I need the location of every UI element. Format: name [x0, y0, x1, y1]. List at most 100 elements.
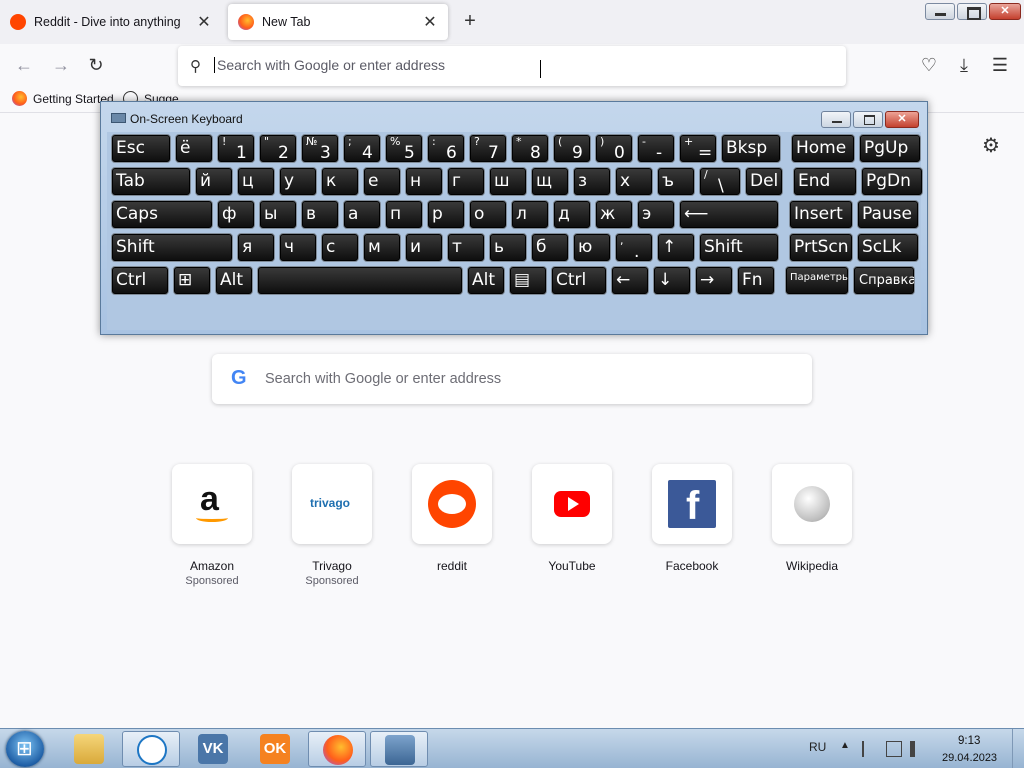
url-input[interactable]: Search with Google or enter address [214, 57, 445, 73]
key-[interactable]: ,. [615, 233, 653, 262]
show-desktop-button[interactable] [1012, 729, 1024, 768]
tab-new-tab[interactable]: New Tab ✕ [228, 4, 448, 40]
key-5[interactable]: % 5 [385, 134, 423, 163]
key-1[interactable]: ! 1 [217, 134, 255, 163]
key-[interactable]: + = [679, 134, 717, 163]
key-4[interactable]: ; 4 [343, 134, 381, 163]
language-indicator[interactable]: RU [809, 740, 826, 754]
key-alt[interactable]: Alt [467, 266, 505, 295]
key-ъ[interactable]: ъ [657, 167, 695, 196]
top-site-facebook[interactable]: f Facebook [632, 464, 752, 573]
key-alt[interactable]: Alt [215, 266, 253, 295]
url-bar[interactable]: ⚲ Search with Google or enter address [178, 46, 846, 86]
key-ы[interactable]: ы [259, 200, 297, 229]
top-site-youtube[interactable]: YouTube [512, 464, 632, 573]
bookmark-getting-started[interactable]: Getting Started [12, 91, 114, 106]
key-справка[interactable]: Справка [853, 266, 915, 295]
key-[interactable]: ▤ [509, 266, 547, 295]
key-tab[interactable]: Tab [111, 167, 191, 196]
key-[interactable]: ↑ [657, 233, 695, 262]
key-л[interactable]: л [511, 200, 549, 229]
new-tab-button[interactable]: + [458, 10, 482, 33]
key-fn[interactable]: Fn [737, 266, 775, 295]
key-prtscn[interactable]: PrtScn [789, 233, 853, 262]
key-н[interactable]: н [405, 167, 443, 196]
tab-close-icon[interactable]: ✕ [196, 12, 212, 32]
key-end[interactable]: End [793, 167, 857, 196]
key-space[interactable] [257, 266, 463, 295]
key-б[interactable]: б [531, 233, 569, 262]
window-close-button[interactable]: ✕ [989, 3, 1021, 20]
key-3[interactable]: № 3 [301, 134, 339, 163]
osk-maximize-button[interactable] [853, 111, 883, 128]
top-site-amazon[interactable]: a Amazon Sponsored [152, 464, 272, 587]
window-minimize-button[interactable] [925, 3, 955, 20]
key-9[interactable]: (9 [553, 134, 591, 163]
key-е[interactable]: е [363, 167, 401, 196]
key-[interactable]: → [695, 266, 733, 295]
taskbar-vk[interactable]: VK [184, 731, 242, 767]
key-ё[interactable]: ё [175, 134, 213, 163]
key-ш[interactable]: ш [489, 167, 527, 196]
key-параметры[interactable]: Параметры [785, 266, 849, 295]
key-[interactable]: / \ [699, 167, 741, 196]
google-search-box[interactable]: G Search with Google or enter address [212, 354, 812, 404]
network-icon[interactable] [886, 741, 902, 757]
window-restore-button[interactable] [957, 3, 987, 20]
key-э[interactable]: э [637, 200, 675, 229]
key-del[interactable]: Del [745, 167, 783, 196]
key-6[interactable]: :6 [427, 134, 465, 163]
clock-date[interactable]: 29.04.2023 [942, 752, 997, 764]
taskbar-ok[interactable]: OK [246, 731, 304, 767]
key-[interactable]: ⟵ [679, 200, 779, 229]
reload-icon[interactable]: ↻ [85, 54, 107, 76]
key-[interactable]: ← [611, 266, 649, 295]
taskbar-firefox[interactable] [308, 731, 366, 767]
key-м[interactable]: м [363, 233, 401, 262]
top-site-reddit[interactable]: reddit [392, 464, 512, 573]
key-bksp[interactable]: Bksp [721, 134, 781, 163]
key-й[interactable]: й [195, 167, 233, 196]
download-icon[interactable]: ⤓ [953, 54, 975, 76]
key-р[interactable]: р [427, 200, 465, 229]
action-center-flag-icon[interactable] [862, 741, 878, 757]
key-home[interactable]: Home [791, 134, 855, 163]
key-а[interactable]: а [343, 200, 381, 229]
key-п[interactable]: п [385, 200, 423, 229]
tab-close-icon[interactable]: ✕ [422, 12, 438, 32]
osk-close-button[interactable]: ✕ [885, 111, 919, 128]
key-0[interactable]: ) 0 [595, 134, 633, 163]
key-caps[interactable]: Caps [111, 200, 213, 229]
clock-time[interactable]: 9:13 [958, 735, 980, 747]
show-hidden-icons-icon[interactable]: ▲ [840, 740, 850, 751]
key-[interactable]: ⊞ [173, 266, 211, 295]
key-д[interactable]: д [553, 200, 591, 229]
start-button[interactable] [6, 731, 44, 767]
key-и[interactable]: и [405, 233, 443, 262]
key-в[interactable]: в [301, 200, 339, 229]
key-shift[interactable]: Shift [111, 233, 233, 262]
back-icon[interactable]: ← [13, 54, 35, 76]
key-[interactable]: -- [637, 134, 675, 163]
taskbar-explorer[interactable] [60, 731, 118, 767]
key-т[interactable]: т [447, 233, 485, 262]
key-pause[interactable]: Pause [857, 200, 919, 229]
menu-icon[interactable]: ☰ [989, 54, 1011, 76]
key-г[interactable]: г [447, 167, 485, 196]
taskbar-on-screen-keyboard[interactable] [370, 731, 428, 767]
key-с[interactable]: с [321, 233, 359, 262]
key-7[interactable]: ? 7 [469, 134, 507, 163]
key-з[interactable]: з [573, 167, 611, 196]
volume-muted-icon[interactable] [910, 741, 926, 757]
key-ю[interactable]: ю [573, 233, 611, 262]
top-site-trivago[interactable]: trivago Trivago Sponsored [272, 464, 392, 587]
key-я[interactable]: я [237, 233, 275, 262]
forward-icon[interactable]: → [50, 54, 72, 76]
tab-reddit[interactable]: Reddit - Dive into anything ✕ [0, 4, 222, 40]
osk-minimize-button[interactable] [821, 111, 851, 128]
key-ф[interactable]: ф [217, 200, 255, 229]
pocket-icon[interactable]: ♡ [918, 54, 940, 76]
key-sclk[interactable]: ScLk [857, 233, 919, 262]
key-ц[interactable]: ц [237, 167, 275, 196]
key-shift[interactable]: Shift [699, 233, 779, 262]
